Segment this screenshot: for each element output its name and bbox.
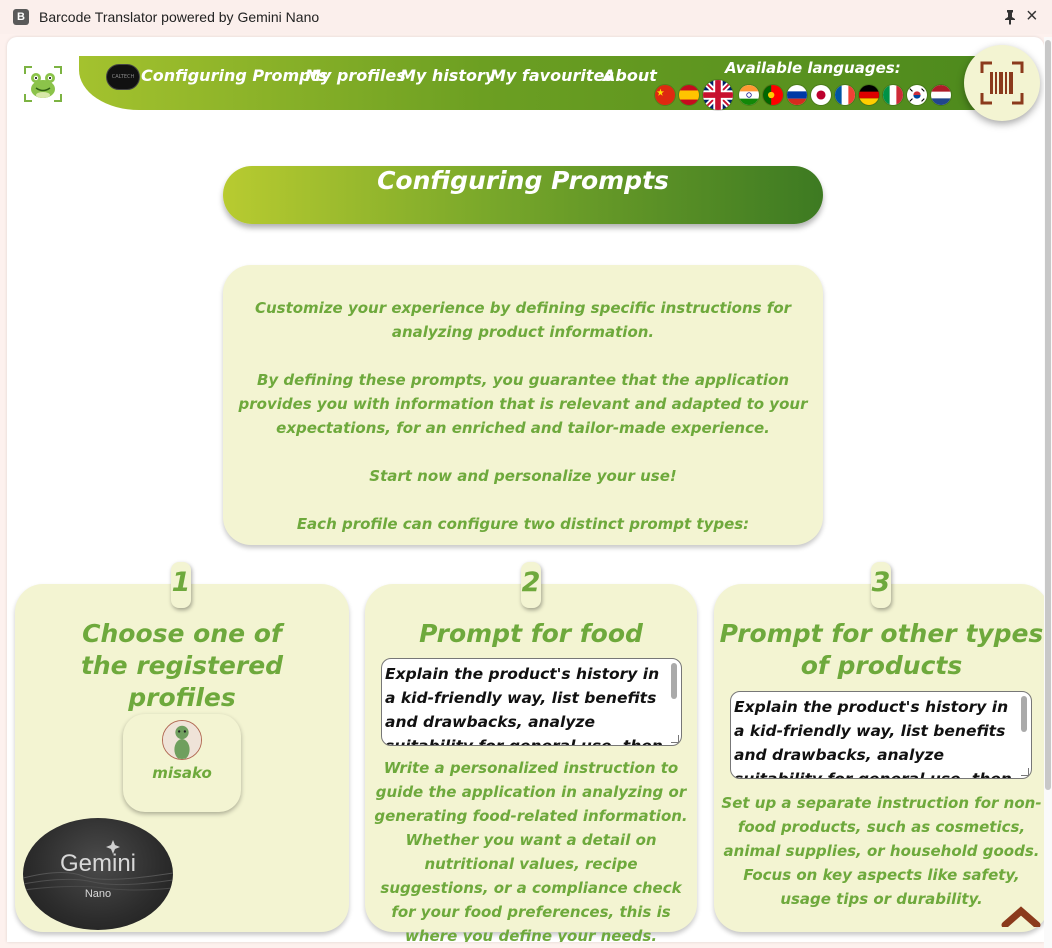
profile-avatar[interactable]: CALTECH	[106, 64, 140, 90]
food-prompt-input[interactable]: Explain the product's history in a kid-f…	[381, 658, 682, 746]
barcode-scan-button[interactable]	[964, 45, 1040, 121]
resize-grip-icon[interactable]	[1021, 768, 1029, 776]
scrollbar-thumb[interactable]	[1045, 40, 1051, 790]
profile-avatar-icon	[162, 720, 202, 760]
japan-flag-icon[interactable]	[810, 84, 832, 106]
window-title: Barcode Translator powered by Gemini Nan…	[39, 9, 320, 25]
food-card-title: Prompt for food	[419, 619, 643, 648]
intro-card: Customize your experience by defining sp…	[223, 265, 823, 545]
food-prompt-card: Prompt for food Explain the product's hi…	[365, 584, 697, 942]
intro-paragraph: By defining these prompts, you guarantee…	[238, 371, 808, 437]
page-title: Configuring Prompts	[377, 166, 669, 195]
other-prompt-card: Prompt for other types of products Expla…	[714, 584, 1044, 932]
spain-flag-icon[interactable]	[678, 84, 700, 106]
pin-icon[interactable]	[1003, 9, 1017, 25]
uk-flag-icon[interactable]	[702, 79, 734, 111]
profiles-card-title: Choose one of the registered profiles	[80, 619, 284, 712]
south-korea-flag-icon[interactable]	[906, 84, 928, 106]
page-scrollbar[interactable]	[1044, 37, 1052, 948]
nav-bar: CALTECH Configuring Prompts My profiles …	[79, 56, 977, 111]
food-card-description: Write a personalized instruction to guid…	[374, 759, 688, 942]
step-badge-3: 3	[871, 562, 891, 608]
food-prompt-value: Explain the product's history in a kid-f…	[385, 665, 663, 746]
other-card-description: Set up a separate instruction for non-fo…	[721, 794, 1042, 908]
profile-option[interactable]: misako	[123, 714, 241, 812]
app-icon: B	[13, 9, 29, 25]
germany-flag-icon[interactable]	[858, 84, 880, 106]
italy-flag-icon[interactable]	[882, 84, 904, 106]
gemini-subtitle: Nano	[84, 888, 112, 900]
gemini-nano-logo: Gemini Nano	[23, 818, 173, 930]
other-card-title: Prompt for other types of products	[719, 619, 1044, 680]
nav-my-history[interactable]: My history	[400, 66, 495, 85]
china-flag-icon[interactable]	[654, 84, 676, 106]
nav-my-profiles[interactable]: My profiles	[305, 66, 406, 85]
available-languages-label: Available languages:	[725, 59, 901, 77]
frog-logo-icon[interactable]	[23, 64, 63, 104]
close-icon[interactable]: ×	[1026, 5, 1038, 28]
prompt-scrollbar[interactable]	[671, 663, 677, 699]
step-badge-1: 1	[171, 562, 191, 608]
gemini-wordmark: Gemini	[59, 850, 137, 877]
window-titlebar: B Barcode Translator powered by Gemini N…	[0, 0, 1052, 34]
step-badge-2: 2	[521, 562, 541, 608]
nav-my-favourites[interactable]: My favourites	[490, 66, 614, 85]
other-prompt-input[interactable]: Explain the product's history in a kid-f…	[730, 691, 1032, 779]
france-flag-icon[interactable]	[834, 84, 856, 106]
other-prompt-value: Explain the product's history in a kid-f…	[734, 698, 1012, 779]
resize-grip-icon[interactable]	[671, 735, 679, 743]
page-title-banner: Configuring Prompts	[223, 166, 823, 224]
intro-paragraph: Each profile can configure two distinct …	[296, 515, 750, 533]
netherlands-flag-icon[interactable]	[930, 84, 952, 106]
intro-paragraph: Customize your experience by defining sp…	[254, 299, 792, 341]
nav-about[interactable]: About	[603, 66, 657, 85]
india-flag-icon[interactable]	[738, 84, 760, 106]
profile-name: misako	[152, 764, 212, 782]
portugal-flag-icon[interactable]	[762, 84, 784, 106]
scroll-top-chevron-icon[interactable]	[1001, 905, 1041, 927]
russia-flag-icon[interactable]	[786, 84, 808, 106]
barcode-scan-icon	[980, 61, 1024, 105]
intro-paragraph: Start now and personalize your use!	[369, 467, 677, 485]
nav-configuring-prompts[interactable]: Configuring Prompts	[141, 66, 328, 85]
app-page: CALTECH Configuring Prompts My profiles …	[7, 37, 1044, 942]
prompt-scrollbar[interactable]	[1021, 696, 1027, 732]
